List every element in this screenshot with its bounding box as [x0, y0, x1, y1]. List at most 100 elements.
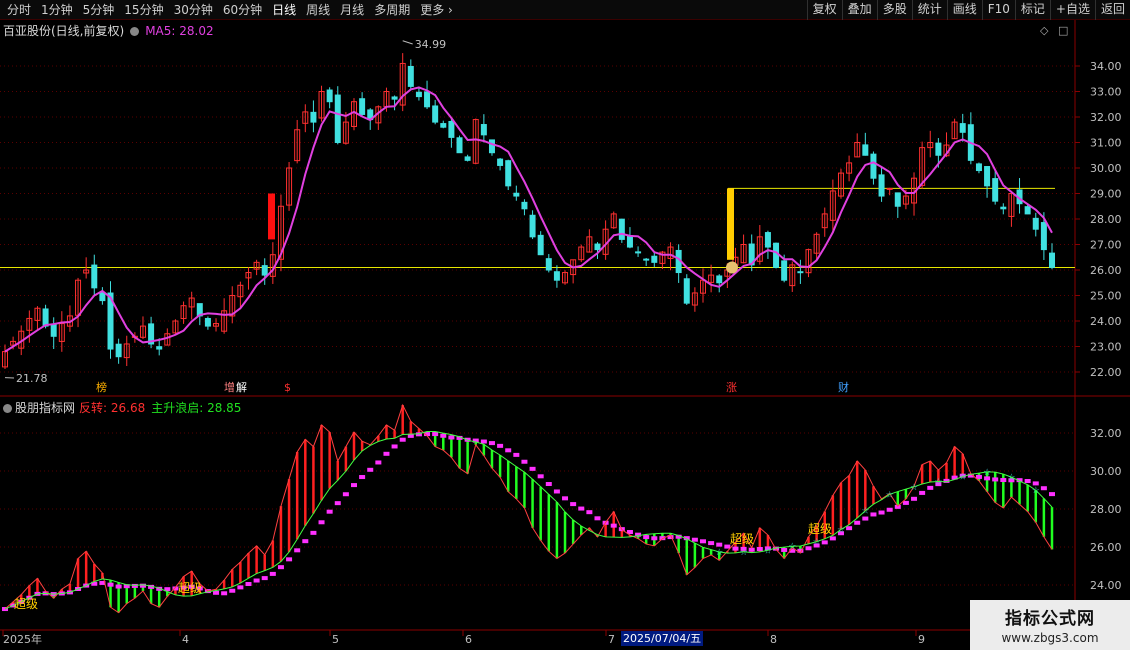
indicator-block: [846, 526, 853, 531]
candle-body: [261, 265, 268, 276]
indicator-block: [310, 530, 317, 535]
star-icon: ☆: [910, 483, 918, 493]
low-price-label: 21.78: [16, 372, 48, 385]
price-tick-label: 34.00: [1090, 60, 1122, 73]
candle-body: [513, 192, 520, 197]
indicator-block: [488, 441, 495, 446]
chart-canvas[interactable]: 34.00 33.00 32.00 31.00 30.00 29.00 28.00 27.00…: [0, 0, 1130, 650]
price-tick-label: 27.00: [1090, 239, 1122, 252]
time-axis-label: 7: [608, 633, 615, 646]
coin-marker-icon: [726, 261, 738, 274]
indicator-slow-line: [4, 430, 1053, 610]
indicator-block: [829, 536, 836, 541]
candle-body: [99, 292, 106, 302]
candle-body: [773, 242, 780, 268]
high-price-label: 34.99: [415, 38, 447, 51]
star-icon: ☆: [740, 548, 748, 558]
candle-body: [480, 124, 487, 136]
indicator-block: [529, 466, 536, 471]
indicator-block: [253, 578, 260, 583]
candle-body: [764, 232, 771, 248]
time-axis-label: 6: [465, 633, 472, 646]
candle-body: [894, 192, 901, 207]
indicator-block: [708, 541, 715, 546]
watermark: 指标公式网 www.zbgs3.com: [970, 600, 1130, 650]
candle-body: [959, 123, 966, 133]
indicator-block: [643, 535, 650, 540]
signal-label: 超级: [730, 531, 754, 546]
indicator-block: [107, 582, 114, 587]
candle-body: [651, 255, 658, 263]
indicator-block: [878, 510, 885, 515]
candle-body: [984, 166, 991, 187]
event-marker: 榜: [96, 380, 107, 394]
ma5-line: [4, 86, 1053, 353]
event-marker: 财: [838, 380, 849, 394]
candle-body: [521, 201, 528, 210]
time-axis-label: 9: [918, 633, 925, 646]
time-axis-label: 5: [332, 633, 339, 646]
star-icon: ☆: [934, 478, 942, 488]
candle-body: [456, 137, 463, 154]
indicator-block: [277, 565, 284, 570]
star-icon: ☆: [837, 525, 845, 535]
indicator-block: [805, 546, 812, 551]
candle-body: [488, 139, 495, 154]
watermark-line1: 指标公式网: [1005, 609, 1095, 629]
candle-body: [440, 123, 447, 128]
indicator-block: [269, 571, 276, 576]
signal-label: 超级: [178, 580, 202, 595]
star-icon: ☆: [861, 507, 869, 517]
indicator-block: [537, 474, 544, 479]
indicator-block: [334, 501, 341, 506]
indicator-block: [992, 477, 999, 482]
watermark-line2: www.zbgs3.com: [1001, 631, 1099, 645]
candle-body: [618, 218, 625, 240]
indicator-block: [131, 583, 138, 588]
candle-body: [537, 234, 544, 256]
star-icon: ☆: [764, 546, 772, 556]
candle-body: [992, 178, 999, 202]
indicator-block: [294, 548, 301, 553]
indicator-block: [927, 485, 934, 490]
indicator-block: [870, 512, 877, 517]
cursor-date-tag: 2025/07/04/五: [621, 631, 704, 646]
indicator-block: [391, 444, 398, 449]
candle-body: [407, 65, 414, 87]
indicator-block: [448, 435, 455, 440]
candle-body: [1024, 206, 1031, 215]
time-axis-label: 2025年: [3, 632, 42, 646]
candles-group: [2, 53, 1055, 370]
indicator-block: [1000, 478, 1007, 483]
indicator-block: [562, 496, 569, 501]
star-icon: ☆: [959, 473, 967, 483]
candle-body: [424, 91, 431, 108]
indicator-block: [432, 432, 439, 437]
indicator-block: [351, 483, 357, 488]
star-icon: ☆: [1032, 486, 1040, 496]
indicator-block: [911, 496, 918, 501]
indicator-block: [286, 557, 293, 562]
indicator-block: [862, 516, 869, 521]
indicator-block: [359, 475, 366, 480]
indicator-block: [594, 516, 601, 521]
indicator-block: [513, 452, 520, 457]
indicator-block: [902, 500, 909, 505]
indicator-block: [440, 433, 447, 438]
candle-body: [415, 91, 422, 98]
signal-label: 超级: [14, 596, 38, 611]
high-pointer: [402, 40, 413, 45]
indicator-block: [854, 520, 861, 525]
indicator-tick-label: 24.00: [1090, 579, 1122, 592]
star-icon: ☆: [983, 468, 991, 478]
indicator-tick-label: 28.00: [1090, 503, 1122, 516]
indicator-block: [497, 443, 504, 448]
price-tick-label: 23.00: [1090, 341, 1122, 354]
candle-body: [594, 243, 601, 251]
candle-body: [115, 343, 122, 358]
candle-body: [50, 323, 57, 337]
indicator-block: [505, 448, 512, 453]
indicator-block: [326, 509, 333, 514]
indicator-tick-label: 32.00: [1090, 427, 1122, 440]
limit-up-bar: [268, 193, 275, 240]
